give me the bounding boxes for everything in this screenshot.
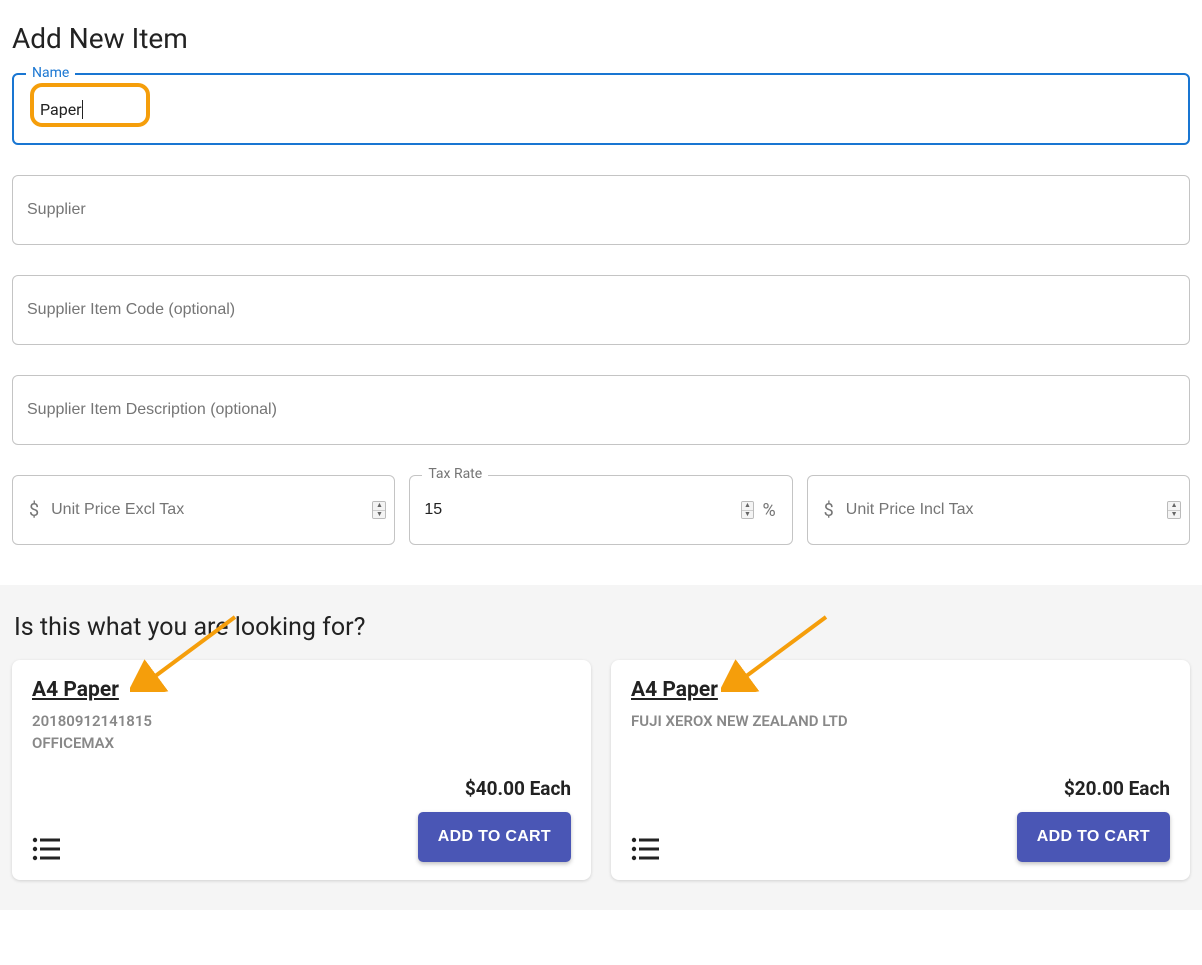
percent-icon: % (762, 500, 791, 521)
unit-price-excl-input[interactable] (47, 476, 372, 544)
name-field-container[interactable]: Name Paper (12, 73, 1190, 145)
tax-rate-input[interactable] (410, 476, 740, 544)
suggestion-code: 20180912141815 (32, 712, 571, 730)
add-item-form: Name Paper $ ▲▼ Tax Rate ▲▼ % $ ▲▼ (0, 73, 1202, 545)
suggestions-section: Is this what you are looking for? A4 Pap… (0, 585, 1202, 910)
name-label: Name (26, 65, 75, 81)
unit-price-incl-input[interactable] (842, 476, 1167, 544)
number-spinner-icon[interactable]: ▲▼ (741, 501, 755, 519)
supplier-item-desc-field[interactable] (12, 375, 1190, 445)
name-input[interactable]: Paper (40, 100, 83, 119)
page-title: Add New Item (12, 22, 1202, 55)
tax-rate-label: Tax Rate (422, 466, 488, 482)
number-spinner-icon[interactable]: ▲▼ (1167, 501, 1181, 519)
unit-price-incl-field[interactable]: $ ▲▼ (807, 475, 1190, 545)
suggestion-card: A4 Paper 20180912141815 OFFICEMAX $40.00… (12, 660, 591, 880)
number-spinner-icon[interactable]: ▲▼ (372, 501, 386, 519)
suggestion-price: $20.00 Each (1017, 777, 1170, 800)
suggestion-title-link[interactable]: A4 Paper (631, 678, 1170, 702)
dollar-icon: $ (13, 500, 47, 521)
suggestion-title-link[interactable]: A4 Paper (32, 678, 571, 702)
add-to-cart-button[interactable]: ADD TO CART (1017, 812, 1170, 862)
supplier-item-code-field[interactable] (12, 275, 1190, 345)
add-to-cart-button[interactable]: ADD TO CART (418, 812, 571, 862)
dollar-icon: $ (808, 500, 842, 521)
suggestion-price: $40.00 Each (418, 777, 571, 800)
list-icon[interactable] (631, 836, 661, 862)
supplier-field[interactable] (12, 175, 1190, 245)
suggestion-supplier: OFFICEMAX (32, 734, 571, 752)
unit-price-excl-field[interactable]: $ ▲▼ (12, 475, 395, 545)
suggestion-supplier: FUJI XEROX NEW ZEALAND LTD (631, 712, 1170, 730)
supplier-item-code-input[interactable] (13, 276, 1189, 344)
list-icon[interactable] (32, 836, 62, 862)
supplier-item-desc-input[interactable] (13, 376, 1189, 444)
suggestions-heading: Is this what you are looking for? (14, 613, 1190, 642)
suggestion-card: A4 Paper FUJI XEROX NEW ZEALAND LTD $20.… (611, 660, 1190, 880)
supplier-input[interactable] (13, 176, 1189, 244)
tax-rate-field[interactable]: Tax Rate ▲▼ % (409, 475, 792, 545)
